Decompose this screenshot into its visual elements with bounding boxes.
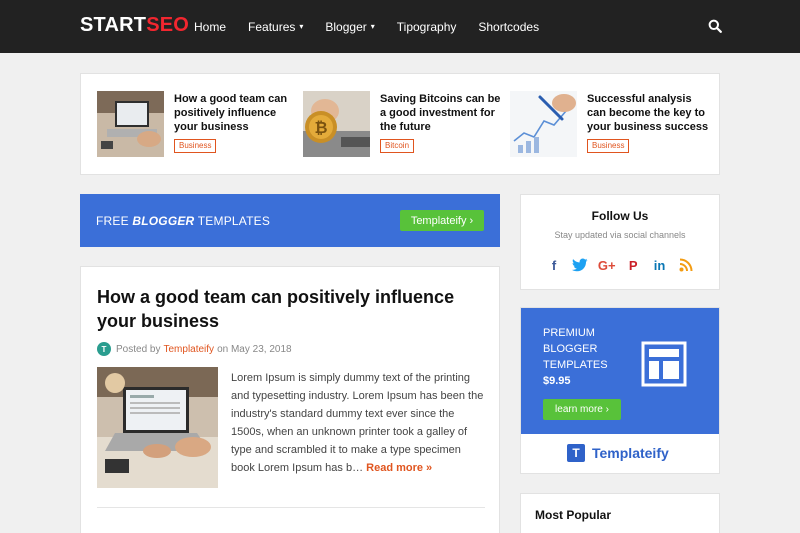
featured-title[interactable]: Saving Bitcoins can be a good investment… [380,92,505,134]
chevron-down-icon: ▾ [299,22,304,31]
search-icon[interactable] [708,19,722,33]
widget-title: Follow Us [591,209,649,223]
twitter-icon[interactable] [571,258,589,275]
logo-start-text: START [80,14,147,36]
featured-post[interactable]: Successful analysis can become the key t… [510,91,710,159]
promo-line: TEMPLATES [543,359,608,371]
follow-us-widget: Follow Us Stay updated via social channe… [520,194,720,290]
nav-shortcodes[interactable]: Shortcodes [478,20,539,34]
site-header: STARTSEO Home Features ▾ Blogger ▾ Tipogra… [0,0,800,53]
featured-thumbnail[interactable]: ₿ [303,91,370,157]
chevron-down-icon: ▾ [370,22,375,31]
featured-post[interactable]: How a good team can positively influence… [97,91,297,159]
templateify-button[interactable]: Templateify › [400,210,484,231]
featured-thumbnail[interactable] [97,91,164,157]
excerpt-text: Lorem Ipsum is simply dummy text of the … [231,372,484,474]
read-more-link[interactable]: Read more » [366,462,432,474]
nav-label: Blogger [325,19,367,34]
banner-blogger-text: BLOGGER [132,214,195,228]
promo-price: $9.95 [543,375,571,387]
widget-title: Most Popular [535,508,612,522]
nav-label: Home [194,19,227,34]
promo-text: PREMIUM BLOGGER TEMPLATES $9.95 [543,325,643,389]
post-title[interactable]: How a good team can positively influence… [97,285,487,333]
google-plus-icon[interactable]: G+ [598,258,616,275]
svg-text:₿: ₿ [314,118,327,137]
post-card: How a good team can positively influence… [80,266,500,533]
post-excerpt: Lorem Ipsum is simply dummy text of the … [231,369,487,477]
featured-post[interactable]: ₿ Saving Bitcoins can be a good investme… [303,91,503,159]
nav-tipography[interactable]: Tipography [397,20,457,34]
author-avatar: T [97,342,111,356]
widget-subtitle: Stay updated via social channels [554,230,686,240]
featured-title[interactable]: Successful analysis can become the key t… [587,92,712,134]
category-tag[interactable]: Bitcoin [380,139,415,153]
promo-line: PREMIUM [543,327,595,339]
category-tag[interactable]: Business [587,139,630,153]
promo-line: BLOGGER [543,343,598,355]
nav-features[interactable]: Features ▾ [248,20,303,34]
templateify-brand[interactable]: T Templateify [567,444,669,462]
linkedin-icon[interactable]: in [651,258,669,275]
most-popular-widget: Most Popular [520,493,720,533]
nav-blogger[interactable]: Blogger ▾ [325,20,374,34]
category-tag[interactable]: Business [174,139,217,153]
site-logo[interactable]: STARTSEO [80,14,189,37]
banner-free-text: FREE [96,214,129,228]
banner-text: FREE BLOGGER TEMPLATES [96,214,270,228]
post-thumbnail[interactable] [97,367,218,488]
template-layout-icon [641,341,687,387]
nav-home[interactable]: Home [194,20,226,34]
pinterest-icon[interactable]: P [624,258,642,275]
facebook-icon[interactable]: f [545,258,563,275]
divider [97,507,485,508]
author-link[interactable]: Templateify [163,344,214,355]
post-meta: T Posted by Templateify on May 23, 2018 [97,342,292,356]
featured-posts: How a good team can positively influence… [80,73,720,175]
nav-label: Tipography [396,19,457,34]
brand-name: Templateify [592,445,669,461]
rss-icon[interactable] [677,258,695,275]
featured-thumbnail[interactable] [510,91,577,157]
social-icons: f G+ P in [545,258,695,275]
on-label: on [217,343,229,355]
featured-title[interactable]: How a good team can positively influence… [174,92,299,134]
nav-label: Features [248,19,296,34]
templates-banner[interactable]: FREE BLOGGER TEMPLATES Templateify › [80,194,500,247]
main-nav: Home Features ▾ Blogger ▾ Tipography Short… [194,0,561,53]
logo-seo-text: SEO [146,14,190,36]
templateify-logo-icon: T [567,444,585,462]
nav-label: Shortcodes [478,19,540,34]
promo-banner[interactable]: PREMIUM BLOGGER TEMPLATES $9.95 learn mo… [521,308,719,434]
premium-templates-widget: PREMIUM BLOGGER TEMPLATES $9.95 learn mo… [520,307,720,474]
banner-templates-text: TEMPLATES [197,214,271,228]
learn-more-button[interactable]: learn more › [543,399,621,420]
posted-by-label: Posted by [116,343,161,355]
post-date: May 23, 2018 [230,343,292,355]
